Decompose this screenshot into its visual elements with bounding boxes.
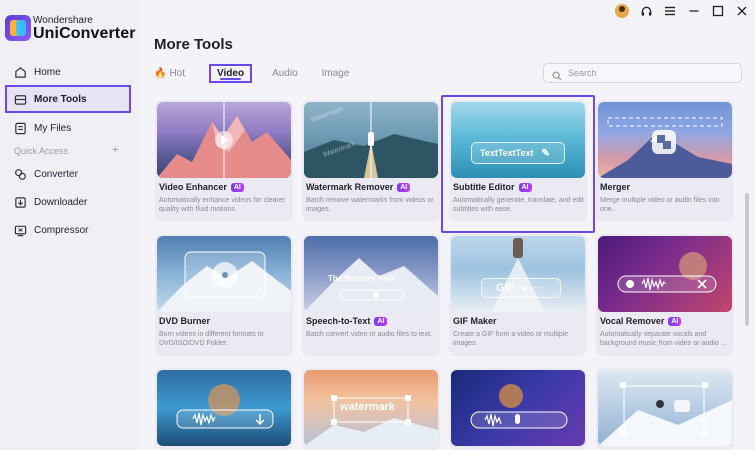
ai-badge: AI (374, 316, 388, 326)
compress-icon (13, 223, 27, 237)
speech-sample-text: The Scenery Here (328, 274, 396, 283)
tool-card-row3-2[interactable]: watermark (302, 368, 440, 450)
tool-name: Watermark Remover AI (306, 182, 411, 192)
gif-sample-box: GIF ● ··· (481, 278, 561, 298)
tool-card-vocal-remover[interactable]: Vocal Remover AI Automatically separate v… (596, 234, 734, 356)
sidebar-item-home[interactable]: Home (5, 58, 131, 86)
sidebar-item-compressor[interactable]: Compressor (5, 216, 131, 244)
quick-access-add-button[interactable]: + (112, 144, 118, 156)
tool-card-row3-4[interactable] (596, 368, 734, 450)
sidebar-item-label: Compressor (34, 224, 89, 236)
speech-to-text-thumbnail: The Scenery Here (304, 236, 438, 312)
row3-1-thumbnail (157, 370, 291, 446)
tool-card-dvd-burner[interactable]: DVD Burner Burn videos in different form… (155, 234, 293, 356)
category-tabs: 🔥 Hot Video Audio Image (154, 64, 373, 83)
converter-icon (13, 167, 27, 181)
file-icon (13, 121, 27, 135)
tool-description: Burn videos in different formats to DVD/… (159, 331, 264, 347)
sidebar-item-my-files[interactable]: My Files (5, 114, 131, 142)
user-avatar[interactable] (615, 4, 629, 18)
tool-description: Batch convert video or audio files to te… (306, 331, 433, 338)
sidebar-item-label: Home (34, 66, 61, 78)
sidebar-item-label: Converter (34, 168, 78, 180)
tool-description: Merge multiple video or audio files into… (600, 197, 720, 213)
tab-audio[interactable]: Audio (272, 68, 298, 79)
search-placeholder: Search (568, 68, 597, 78)
tool-name: DVD Burner (159, 316, 211, 326)
row3-3-thumbnail (451, 370, 585, 446)
tool-card-row3-1[interactable] (155, 368, 293, 450)
window-controls (615, 4, 749, 18)
tool-card-video-enhancer[interactable]: Video Enhancer AI Automatically enhance v… (155, 100, 293, 222)
app-logo-icon (5, 15, 31, 41)
tab-video[interactable]: Video (209, 64, 253, 83)
search-icon (552, 68, 562, 81)
vocal-remover-thumbnail (598, 236, 732, 312)
search-input[interactable]: Search (543, 63, 742, 83)
maximize-icon[interactable] (711, 4, 725, 18)
gif-maker-thumbnail: GIF ● ··· (451, 236, 585, 312)
download-icon (13, 195, 27, 209)
minimize-icon[interactable] (687, 4, 701, 18)
menu-icon[interactable] (663, 4, 677, 18)
close-icon[interactable] (735, 4, 749, 18)
svg-text:Watermark: Watermark (310, 106, 345, 124)
gif-progress-icon: ● ··· (522, 283, 540, 293)
tab-image[interactable]: Image (322, 68, 350, 79)
ai-badge: AI (668, 316, 682, 326)
tool-name: Merger (600, 182, 631, 192)
tool-description: Automatically enhance videos for clearer… (159, 197, 286, 213)
brand-product: UniConverter (33, 25, 136, 42)
watermark-remover-thumbnail: Watermark Watermark (304, 102, 438, 178)
tool-name: Video Enhancer AI (159, 182, 244, 192)
selection-highlight (441, 95, 595, 233)
home-icon (13, 65, 27, 79)
tab-hot[interactable]: 🔥 Hot (154, 68, 185, 79)
page-title: More Tools (154, 36, 233, 53)
ai-badge: AI (397, 182, 411, 192)
tool-description: Batch remove watermarks from videos or i… (306, 197, 434, 213)
tool-name: GIF Maker (453, 316, 497, 326)
tool-card-merger[interactable]: Merger Merge multiple video or audio fil… (596, 100, 734, 222)
dvd-burner-thumbnail (157, 236, 291, 312)
video-enhancer-thumbnail (157, 102, 291, 178)
tool-card-speech-to-text[interactable]: The Scenery Here Speech-to-Text AI Batch … (302, 234, 440, 356)
headset-icon[interactable] (639, 4, 653, 18)
row3-2-thumbnail: watermark (304, 370, 438, 446)
quick-access-label: Quick Access (14, 146, 69, 156)
watermark-sample-text: watermark (340, 401, 396, 413)
sidebar-item-more-tools[interactable]: More Tools (5, 85, 131, 113)
tool-description: Create a GIF from a video or multiple im… (453, 331, 569, 347)
scrollbar[interactable] (745, 193, 749, 326)
sidebar-item-label: More Tools (34, 93, 87, 105)
tool-card-watermark-remover[interactable]: Watermark Watermark Watermark Remover AI … (302, 100, 440, 222)
sidebar-item-downloader[interactable]: Downloader (5, 188, 131, 216)
sidebar: Wondershare UniConverter Home More Tools… (0, 0, 140, 450)
sidebar-item-converter[interactable]: Converter (5, 160, 131, 188)
sidebar-item-label: Downloader (34, 196, 88, 208)
merger-thumbnail (598, 102, 732, 178)
ai-badge: AI (230, 182, 244, 192)
tool-name: Speech-to-Text AI (306, 316, 388, 326)
toolbox-icon (13, 92, 27, 106)
tool-card-row3-3[interactable] (449, 368, 587, 450)
sidebar-item-label: My Files (34, 122, 72, 134)
flame-icon: 🔥 (154, 68, 167, 79)
row3-4-thumbnail (598, 370, 732, 446)
tool-description: Automatically separate vocals and backgr… (600, 331, 727, 347)
tool-name: Vocal Remover AI (600, 316, 682, 326)
tool-card-gif-maker[interactable]: GIF ● ··· GIF Maker Create a GIF from a … (449, 234, 587, 356)
